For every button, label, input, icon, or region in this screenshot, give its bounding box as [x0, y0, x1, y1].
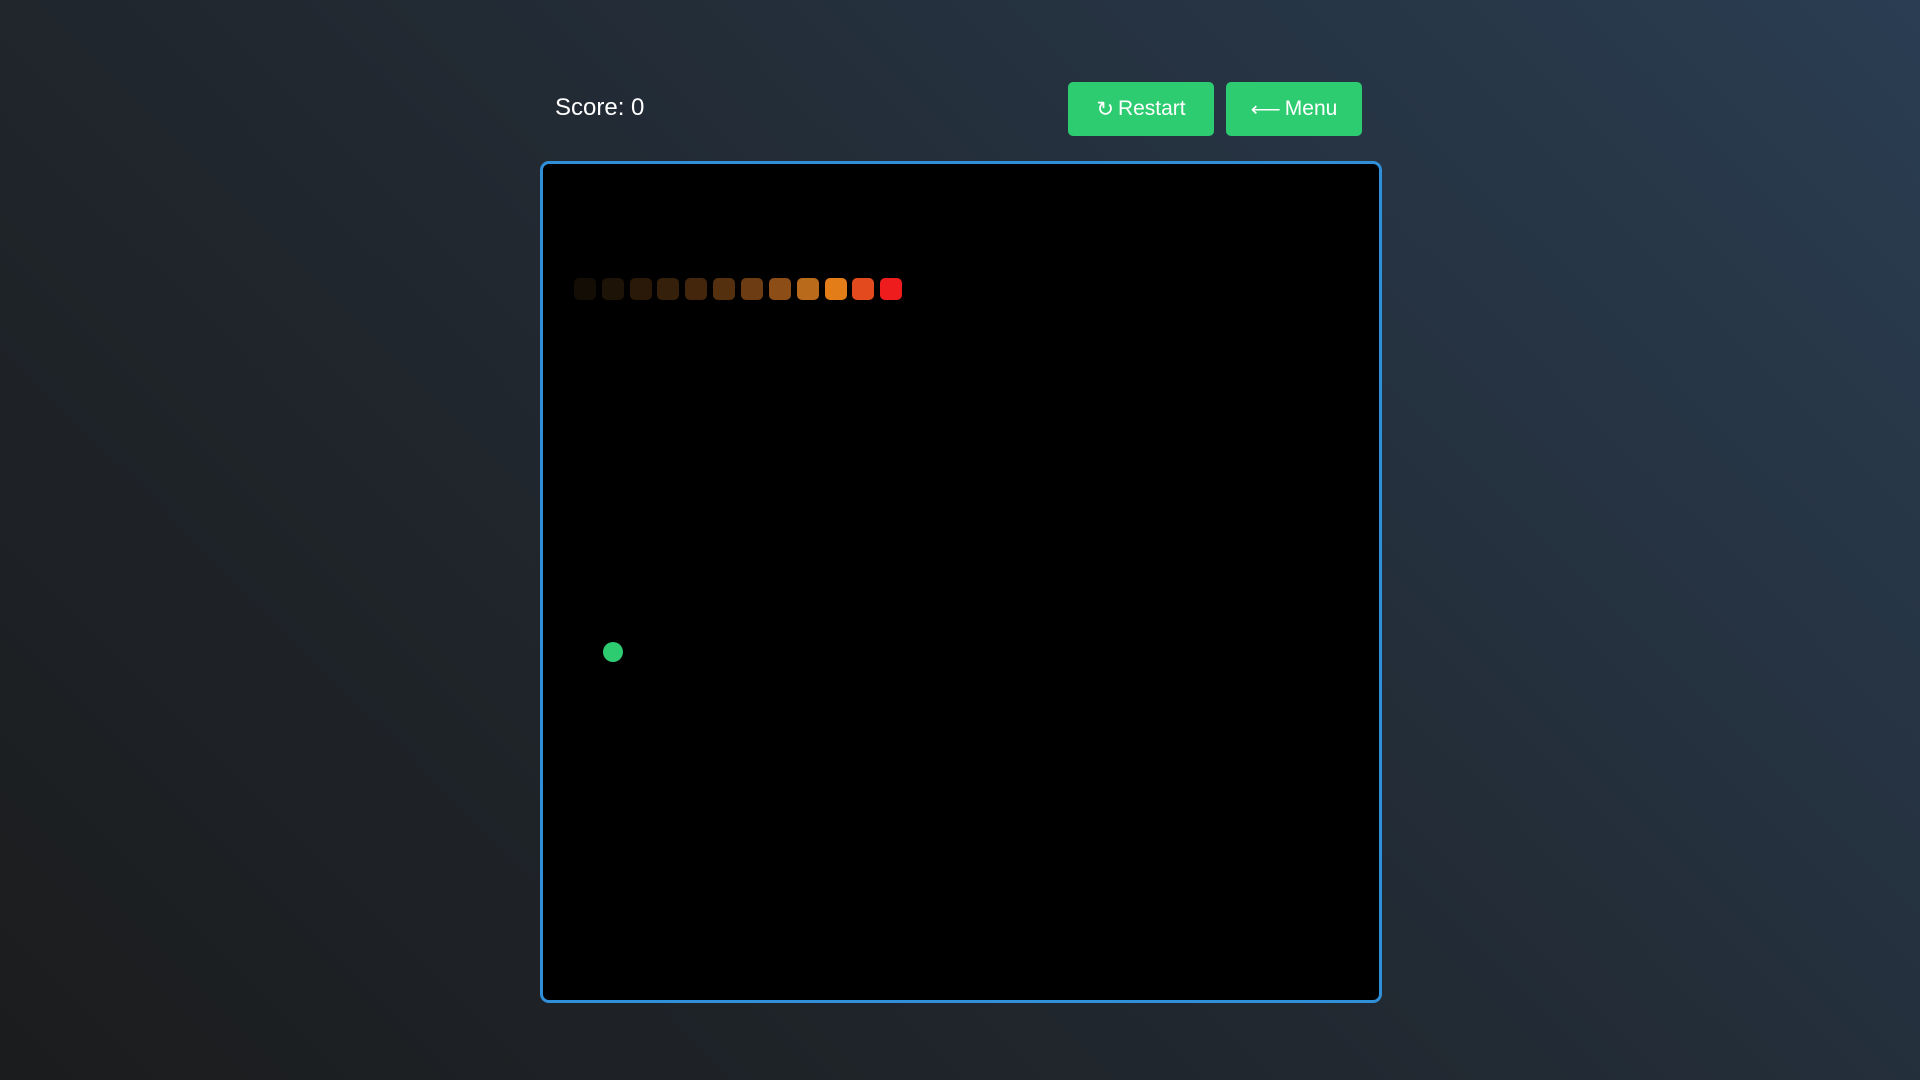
- snake-segment: [852, 278, 875, 301]
- game-header: Score: 0 ↻ Restart ⟵ Menu: [540, 80, 1380, 136]
- score-display: Score: 0: [555, 94, 645, 121]
- menu-button[interactable]: ⟵ Menu: [1226, 82, 1362, 136]
- menu-label: Menu: [1284, 97, 1338, 120]
- food-pellet: [602, 641, 623, 662]
- game-board[interactable]: [540, 161, 1382, 1003]
- snake-segment: [768, 278, 791, 301]
- back-arrow-icon: ⟵: [1250, 97, 1281, 121]
- snake-segment: [657, 278, 680, 301]
- snake-segment: [824, 278, 847, 301]
- restart-icon: ↻: [1096, 97, 1114, 121]
- snake-segment: [573, 278, 596, 301]
- snake-segment: [741, 278, 763, 301]
- snake-segment: [685, 278, 708, 301]
- snake-segment: [629, 278, 652, 301]
- snake-segment: [796, 278, 819, 301]
- snake-head: [880, 278, 903, 301]
- restart-label: Restart: [1117, 97, 1186, 120]
- snake-segment: [713, 278, 736, 301]
- snake-segment: [601, 278, 624, 301]
- restart-button[interactable]: ↻ Restart: [1068, 82, 1214, 136]
